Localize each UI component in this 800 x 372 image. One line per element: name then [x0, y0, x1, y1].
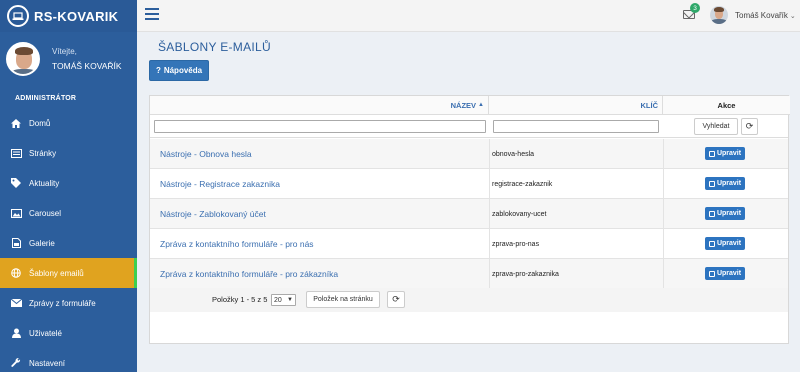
table-row: Nástroje - Zablokovaný účet zablokovany-…: [150, 199, 788, 229]
edit-button-label: Upravit: [716, 180, 742, 187]
globe-icon: [10, 268, 22, 278]
laptop-icon: [7, 5, 29, 27]
sidebar-item-email-templates[interactable]: Šablony emailů: [0, 258, 137, 288]
edit-button[interactable]: Upravit: [705, 267, 745, 280]
sidebar-item-pages[interactable]: Stránky: [0, 138, 137, 168]
column-header-name[interactable]: NÁZEV ▲: [150, 96, 489, 115]
tag-icon: [10, 178, 22, 188]
search-button[interactable]: Vyhledat: [694, 118, 738, 135]
sidebar-item-label: Stránky: [29, 148, 57, 158]
sidebar-item-settings[interactable]: Nastavení: [0, 348, 137, 372]
question-icon: ?: [155, 66, 161, 75]
sort-asc-icon: ▲: [478, 102, 484, 108]
template-name-link[interactable]: Nástroje - Obnova hesla: [160, 139, 252, 169]
filter-key-input[interactable]: [493, 120, 659, 133]
template-key: registrace-zakaznik: [492, 180, 553, 188]
edit-button[interactable]: Upravit: [705, 177, 745, 190]
templates-grid: NÁZEV ▲ KLÍČ Akce Vyhledat ⟳ Nástroje - …: [149, 95, 790, 344]
filter-name-input[interactable]: [154, 120, 486, 133]
edit-icon: [708, 150, 715, 157]
edit-button[interactable]: Upravit: [705, 147, 745, 160]
edit-button[interactable]: Upravit: [705, 237, 745, 250]
chevron-down-icon: ▼: [287, 297, 293, 303]
sidebar-item-label: Galerie: [29, 238, 55, 248]
template-name-link[interactable]: Zpráva z kontaktního formuláře - pro nás: [160, 229, 314, 259]
edit-button-label: Upravit: [716, 210, 742, 217]
edit-button[interactable]: Upravit: [705, 207, 745, 220]
sidebar-item-users[interactable]: Uživatelé: [0, 318, 137, 348]
edit-icon: [708, 240, 715, 247]
template-key: zprava-pro-zakaznika: [492, 270, 559, 278]
user-menu-name: Tomáš Kovařík: [735, 11, 788, 20]
help-button-label: Nápověda: [163, 66, 203, 75]
template-name-link[interactable]: Nástroje - Zablokovaný účet: [160, 199, 266, 229]
top-bar: 3 Tomáš Kovařík ⌄: [137, 0, 800, 32]
sidebar-item-label: Domů: [29, 118, 51, 128]
column-header-name-label: NÁZEV: [450, 100, 477, 110]
sidebar-item-label: Nastavení: [29, 358, 66, 368]
chevron-down-icon: ⌄: [789, 13, 796, 20]
home-icon: [10, 118, 22, 128]
table-row: Nástroje - Registrace zakaznika registra…: [150, 169, 788, 199]
page-title: ŠABLONY E-MAILŮ: [158, 40, 271, 54]
refresh-icon[interactable]: ⟳: [741, 118, 758, 135]
file-icon: [10, 238, 22, 248]
avatar: [6, 42, 40, 76]
user-panel: Vítejte, TOMÁŠ KOVAŘÍK: [0, 32, 137, 86]
sidebar-item-carousel[interactable]: Carousel: [0, 198, 137, 228]
notification-badge: 3: [690, 3, 700, 13]
sidebar: RS-KOVARIK Vítejte, TOMÁŠ KOVAŘÍK ADMINI…: [0, 0, 137, 372]
template-name-link[interactable]: Nástroje - Registrace zakaznika: [160, 169, 280, 199]
edit-icon: [708, 180, 715, 187]
page-size-select[interactable]: 20 ▼: [271, 294, 296, 306]
edit-button-label: Upravit: [716, 150, 742, 157]
avatar[interactable]: [710, 6, 728, 24]
table-row: Zpráva z kontaktního formuláře - pro zák…: [150, 259, 788, 289]
envelope-icon: [10, 298, 22, 308]
template-key: obnova-hesla: [492, 150, 535, 158]
sidebar-item-label: Šablony emailů: [29, 268, 84, 278]
edit-button-label: Upravit: [716, 270, 742, 277]
wrench-icon: [10, 358, 22, 368]
sidebar-item-label: Carousel: [29, 208, 62, 218]
column-header-actions: Akce: [663, 96, 790, 115]
edit-button-label: Upravit: [716, 240, 742, 247]
sidebar-item-home[interactable]: Domů: [0, 108, 137, 138]
sidebar-item-form-messages[interactable]: Zprávy z formuláře: [0, 288, 137, 318]
user-name: TOMÁŠ KOVAŘÍK: [52, 61, 122, 71]
user-menu[interactable]: Tomáš Kovařík ⌄: [735, 11, 796, 20]
sidebar-item-gallery[interactable]: Galerie: [0, 228, 137, 258]
refresh-icon[interactable]: ⟳: [387, 291, 405, 308]
filter-row: Vyhledat ⟳: [150, 115, 788, 138]
table-row: Zpráva z kontaktního formuláře - pro nás…: [150, 229, 788, 259]
hamburger-icon[interactable]: [145, 8, 159, 20]
welcome-text: Vítejte,: [52, 47, 77, 56]
brand[interactable]: RS-KOVARIK: [0, 0, 137, 32]
page-size-value: 20: [274, 296, 282, 304]
page-size-button[interactable]: Položek na stránku: [306, 291, 380, 308]
table-row: Nástroje - Obnova hesla obnova-hesla Upr…: [150, 139, 788, 169]
image-icon: [10, 208, 22, 218]
sidebar-item-label: Zprávy z formuláře: [29, 298, 96, 308]
pages-icon: [10, 148, 22, 158]
sidebar-item-label: Uživatelé: [29, 328, 62, 338]
pager: Položky 1 - 5 z 5 20 ▼ Položek na stránk…: [150, 288, 788, 312]
sidebar-item-news[interactable]: Aktuality: [0, 168, 137, 198]
template-name-link[interactable]: Zpráva z kontaktního formuláře - pro zák…: [160, 259, 338, 289]
template-key: zablokovany-ucet: [492, 210, 547, 218]
menu-section-header: ADMINISTRÁTOR: [15, 95, 77, 102]
column-header-key[interactable]: KLÍČ: [489, 96, 663, 115]
main-content: ŠABLONY E-MAILŮ ? Nápověda NÁZEV ▲ KLÍČ …: [137, 32, 800, 372]
template-key: zprava-pro-nas: [492, 240, 540, 248]
pager-summary: Položky 1 - 5 z 5: [212, 295, 268, 304]
sidebar-item-label: Aktuality: [29, 178, 60, 188]
user-icon: [10, 328, 22, 338]
column-header-key-label: KLÍČ: [640, 100, 659, 110]
edit-icon: [708, 210, 715, 217]
brand-title: RS-KOVARIK: [34, 8, 119, 24]
column-header-actions-label: Akce: [717, 100, 736, 110]
edit-icon: [708, 270, 715, 277]
help-button[interactable]: ? Nápověda: [149, 60, 209, 81]
